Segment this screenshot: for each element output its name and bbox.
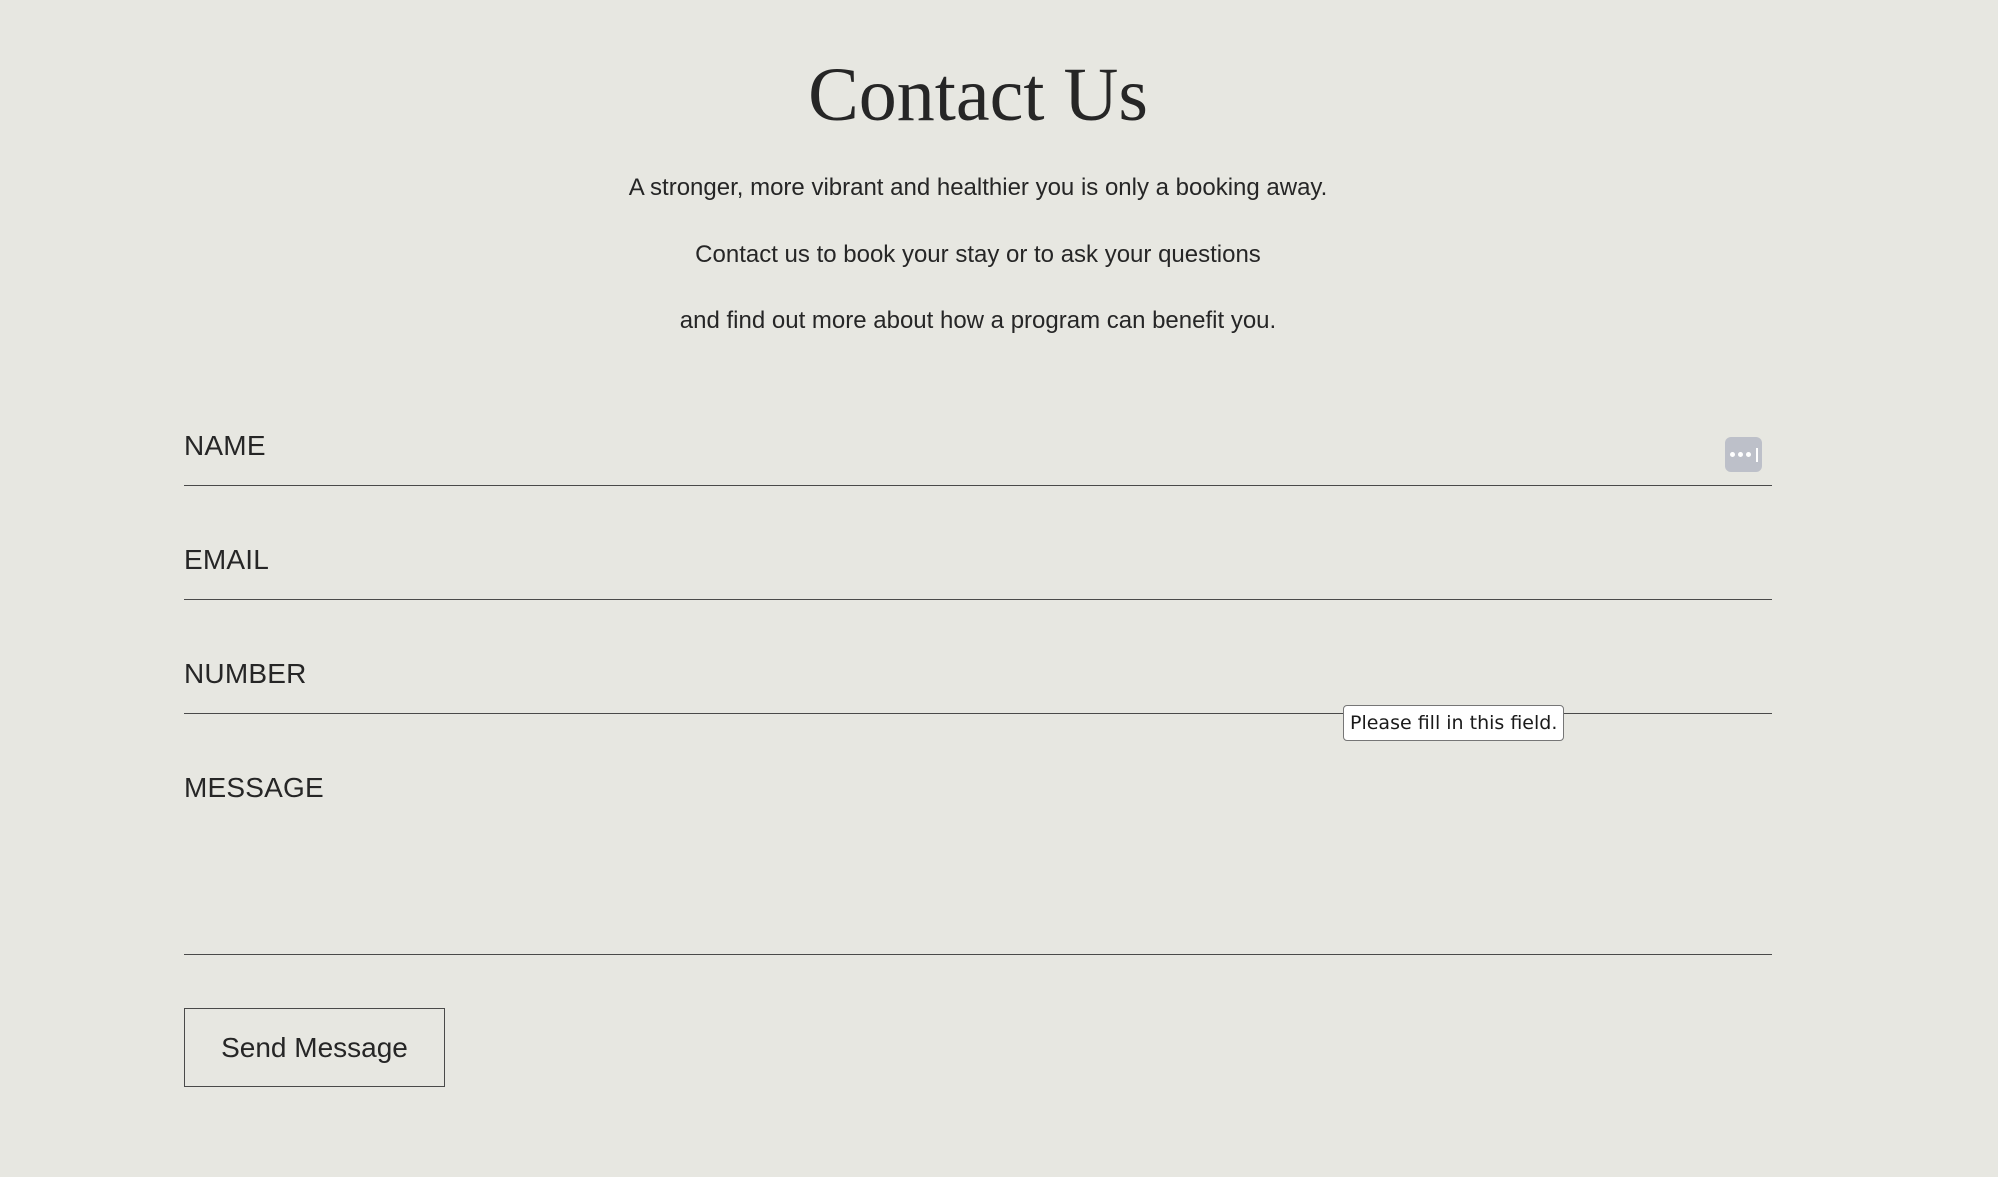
- contact-page: Contact Us A stronger, more vibrant and …: [0, 0, 1998, 1177]
- intro-line-3: and find out more about how a program ca…: [679, 307, 1277, 334]
- name-field[interactable]: NAME: [184, 420, 1772, 486]
- email-placeholder: EMAIL: [184, 544, 270, 575]
- message-placeholder: MESSAGE: [184, 772, 324, 803]
- name-placeholder: NAME: [184, 430, 266, 461]
- send-message-button[interactable]: Send Message: [184, 1008, 445, 1087]
- intro-line-1: A stronger, more vibrant and healthier y…: [628, 174, 1328, 201]
- intro-line-2: Contact us to book your stay or to ask y…: [695, 241, 1261, 268]
- password-manager-icon[interactable]: [1725, 437, 1762, 472]
- message-textarea[interactable]: MESSAGE: [184, 762, 1772, 955]
- validation-tooltip: Please fill in this field.: [1343, 705, 1565, 741]
- email-field[interactable]: EMAIL: [184, 534, 1772, 600]
- number-placeholder: NUMBER: [184, 658, 307, 689]
- page-title: Contact Us: [808, 53, 1148, 137]
